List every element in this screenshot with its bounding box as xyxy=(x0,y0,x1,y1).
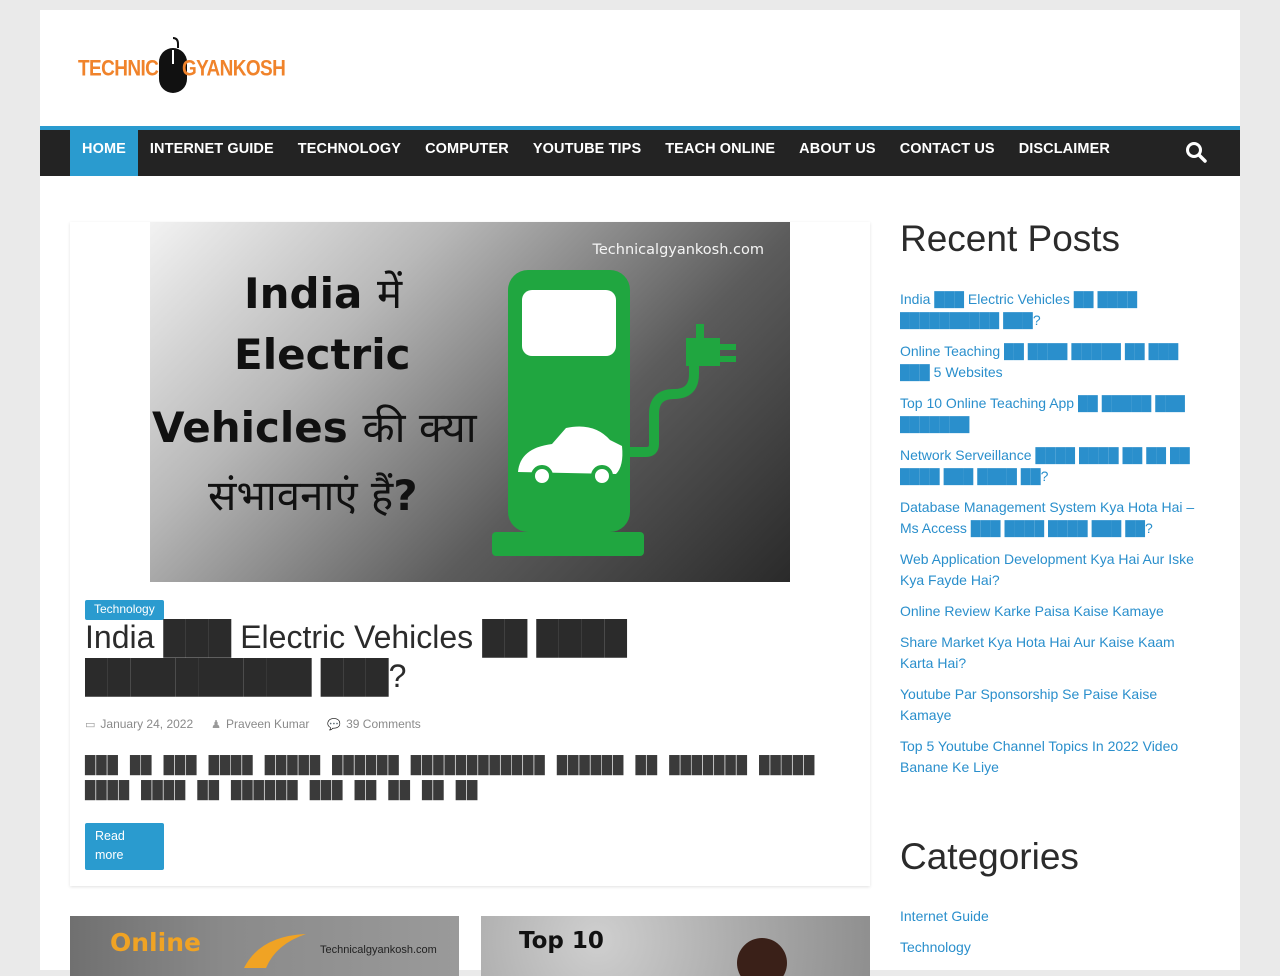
thumbnail-watermark: Technicalgyankosh.com xyxy=(320,944,437,956)
recent-post-link[interactable]: India ███ Electric Vehicles ██ ████ ████… xyxy=(900,289,1200,331)
nav-item-computer[interactable]: COMPUTER xyxy=(413,130,521,176)
recent-post-link[interactable]: Web Application Development Kya Hai Aur … xyxy=(900,549,1200,591)
image-text-line2: Electric xyxy=(234,330,411,379)
recent-post-link[interactable]: Share Market Kya Hota Hai Aur Kaise Kaam… xyxy=(900,632,1200,674)
nav-item-home[interactable]: HOME xyxy=(70,130,138,176)
recent-post-link[interactable]: Database Management System Kya Hota Hai … xyxy=(900,497,1200,539)
post-thumbnail-online-teaching[interactable]: Online Technicalgyankosh.com xyxy=(70,916,459,976)
thumbnail-title: Online xyxy=(110,928,201,957)
recent-post-link[interactable]: Online Review Karke Paisa Kaise Kamaye xyxy=(900,601,1200,622)
comments-icon: 💬 xyxy=(327,719,342,731)
recent-post-link[interactable]: Top 5 Youtube Channel Topics In 2022 Vid… xyxy=(900,736,1200,778)
ev-charger-icon xyxy=(492,270,736,556)
recent-post-link[interactable]: Top 10 Online Teaching App ██ █████ ███ … xyxy=(900,393,1200,435)
post-comments[interactable]: 💬 39 Comments xyxy=(327,717,420,731)
post-author[interactable]: ♟ Praveen Kumar xyxy=(211,717,309,731)
recent-post-link[interactable]: Online Teaching ██ ████ █████ ██ ███ ███… xyxy=(900,341,1200,383)
person-illustration xyxy=(737,938,787,976)
search-icon[interactable] xyxy=(1184,140,1208,164)
category-badge[interactable]: Technology xyxy=(85,600,164,620)
nav-menu: HOME INTERNET GUIDE TECHNOLOGY COMPUTER … xyxy=(70,130,1122,176)
post-date[interactable]: ▭ January 24, 2022 xyxy=(85,717,193,731)
recent-posts-heading: Recent Posts xyxy=(900,218,1121,259)
category-link-technology[interactable]: Technology xyxy=(900,937,1200,958)
logo-word-gyankosh: GYANKOSH xyxy=(182,57,286,82)
featured-post: Technicalgyankosh.com India में Electric… xyxy=(70,222,870,886)
swoosh-icon xyxy=(244,934,306,968)
post-title[interactable]: India ███ Electric Vehicles ██ ████ ████… xyxy=(85,618,785,696)
thumbnail-title: Top 10 xyxy=(519,928,604,954)
nav-item-disclaimer[interactable]: DISCLAIMER xyxy=(1007,130,1122,176)
post-thumbnail-top10[interactable]: Top 10 xyxy=(481,916,870,976)
nav-item-technology[interactable]: TECHNOLOGY xyxy=(286,130,413,176)
categories-heading: Categories xyxy=(900,836,1079,877)
recent-post-link[interactable]: Network Serveillance ████ ████ ██ ██ ██ … xyxy=(900,445,1200,487)
calendar-icon: ▭ xyxy=(85,719,96,731)
category-link-internet-guide[interactable]: Internet Guide xyxy=(900,906,1200,927)
featured-image[interactable]: Technicalgyankosh.com India में Electric… xyxy=(150,222,790,582)
site-logo[interactable]: TECHNICAL GYANKOSH xyxy=(78,36,286,98)
recent-posts-list: India ███ Electric Vehicles ██ ████ ████… xyxy=(900,289,1200,788)
image-text-line3: Vehicles की क्या xyxy=(152,403,477,452)
recent-post-link[interactable]: Youtube Par Sponsorship Se Paise Kaise K… xyxy=(900,684,1200,726)
categories-list: Internet Guide Technology xyxy=(900,906,1200,968)
image-text-line1: India में xyxy=(244,269,403,318)
page: TECHNICAL GYANKOSH HOME INTERNET GUIDE T… xyxy=(40,10,1240,976)
user-icon: ♟ xyxy=(211,719,222,731)
image-text-line4: संभावनाएं हैं? xyxy=(208,471,418,520)
read-more-button[interactable]: Read more xyxy=(85,823,164,870)
nav-item-internet-guide[interactable]: INTERNET GUIDE xyxy=(138,130,286,176)
nav-item-about-us[interactable]: ABOUT US xyxy=(787,130,888,176)
nav-item-teach-online[interactable]: TEACH ONLINE xyxy=(653,130,787,176)
nav-item-youtube-tips[interactable]: YOUTUBE TIPS xyxy=(521,130,653,176)
nav-item-contact-us[interactable]: CONTACT US xyxy=(888,130,1007,176)
post-meta: ▭ January 24, 2022 ♟ Praveen Kumar 💬 39 Com… xyxy=(85,717,421,731)
post-excerpt: ███ ██ ███ ████ █████ ██████ ███████████… xyxy=(85,756,816,801)
main-navigation: HOME INTERNET GUIDE TECHNOLOGY COMPUTER … xyxy=(40,126,1240,176)
